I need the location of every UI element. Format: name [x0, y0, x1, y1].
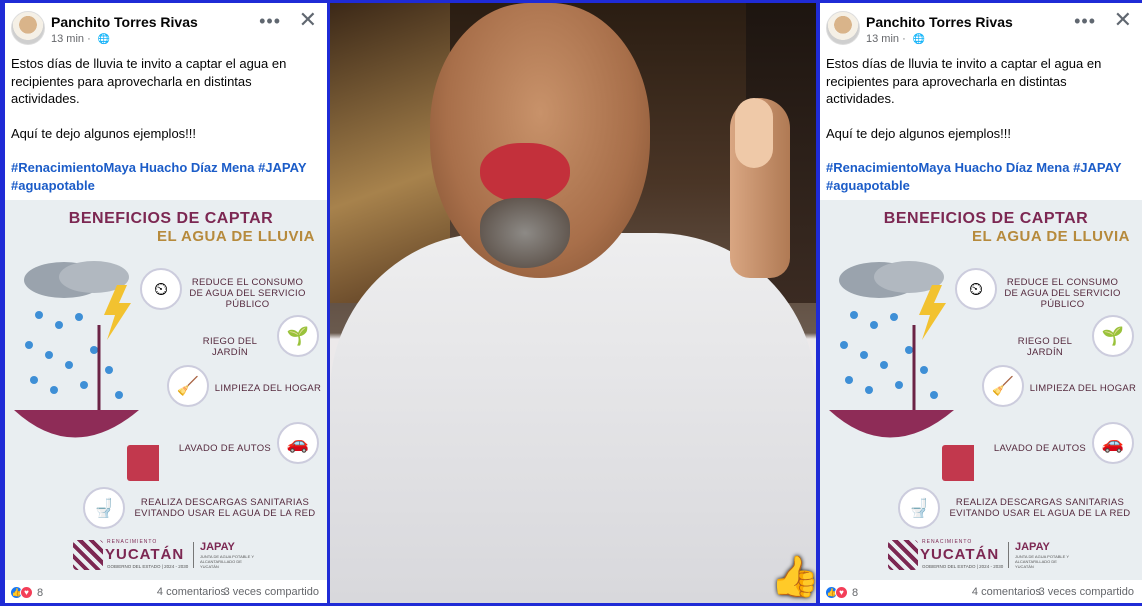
love-reaction-icon: ♥	[835, 586, 848, 599]
cleaning-icon: 🧹	[982, 365, 1024, 407]
car-icon: 🚗	[1092, 422, 1134, 464]
center-photo: 👍	[330, 3, 816, 603]
post-card-right: Panchito Torres Rivas 13 min · 🌐 ••• ✕ E…	[820, 3, 1142, 603]
close-icon[interactable]: ✕	[299, 7, 317, 33]
yucatan-logo-icon	[73, 540, 103, 570]
shares-count[interactable]: 3 veces compartido	[1039, 586, 1134, 598]
benefit-2: RIEGO DEL JARDÍN	[1017, 336, 1073, 358]
logo-japay-subtitle: JUNTA DE AGUA POTABLE Y ALCANTARILLADO D…	[1015, 554, 1069, 569]
reaction-count: 8	[37, 586, 44, 599]
infographic-subtitle: EL AGUA DE LLUVIA	[157, 228, 315, 245]
shares-count[interactable]: 3 veces compartido	[224, 586, 319, 598]
reaction-count: 8	[852, 586, 859, 599]
plant-icon: 🌱	[1092, 315, 1134, 357]
infographic-logos: RENACIMIENTO YUCATÁN GOBIERNO DEL ESTADO…	[820, 536, 1142, 574]
white-shirt	[330, 233, 816, 603]
post-meta: 13 min · 🌐	[51, 33, 111, 45]
author-name[interactable]: Panchito Torres Rivas	[51, 14, 198, 30]
comments-count[interactable]: 4 comentarios	[972, 586, 1041, 598]
post-meta: 13 min · 🌐	[866, 33, 926, 45]
post-footer: 👍 ♥ 8 4 comentarios 3 veces compartido	[820, 581, 1142, 603]
reactions[interactable]: 👍 ♥ 8	[10, 586, 43, 599]
post-text-line2: Aquí te dejo algunos ejemplos!!!	[826, 125, 1012, 141]
beard	[480, 198, 570, 268]
logo-divider	[1008, 542, 1009, 568]
infographic-logos: RENACIMIENTO YUCATÁN GOBIERNO DEL ESTADO…	[5, 536, 327, 574]
infographic-image[interactable]: BENEFICIOS DE CAPTAR EL AGUA DE LLUVIA ⏲…	[820, 200, 1142, 580]
post-text: Estos días de lluvia te invito a captar …	[11, 55, 316, 194]
benefit-3: LIMPIEZA DEL HOGAR	[1029, 383, 1137, 394]
benefit-5: REALIZA DESCARGAS SANITARIAS EVITANDO US…	[949, 497, 1131, 519]
logo-yucatan: YUCATÁN	[920, 546, 1000, 563]
comments-count[interactable]: 4 comentarios	[157, 586, 226, 598]
logo-renacimiento: RENACIMIENTO	[107, 539, 158, 545]
avatar[interactable]	[11, 11, 45, 45]
infographic-image[interactable]: BENEFICIOS DE CAPTAR EL AGUA DE LLUVIA ⏲…	[5, 200, 327, 580]
thumbs-up-icon: 👍	[770, 555, 816, 599]
post-time[interactable]: 13 min	[866, 33, 899, 45]
rain-umbrella-illustration	[14, 261, 159, 481]
rain-umbrella-illustration	[829, 261, 974, 481]
hashtags[interactable]: #RenacimientoMaya Huacho Díaz Mena #JAPA…	[826, 159, 1131, 194]
toilet-icon: 🚽	[83, 487, 125, 529]
benefit-1: REDUCE EL CONSUMO DE AGUA DEL SERVICIO P…	[189, 277, 306, 310]
car-icon: 🚗	[277, 422, 319, 464]
benefit-4: LAVADO DE AUTOS	[993, 443, 1087, 454]
logo-yucatan: YUCATÁN	[105, 546, 185, 563]
post-text: Estos días de lluvia te invito a captar …	[826, 55, 1131, 194]
post-footer: 👍 ♥ 8 4 comentarios 3 veces compartido	[5, 581, 327, 603]
thumb	[735, 98, 773, 168]
post-text-line2: Aquí te dejo algunos ejemplos!!!	[11, 125, 197, 141]
post-text-line1: Estos días de lluvia te invito a captar …	[11, 56, 287, 106]
infographic-title: BENEFICIOS DE CAPTAR	[68, 210, 274, 227]
logo-japay-subtitle: JUNTA DE AGUA POTABLE Y ALCANTARILLADO D…	[200, 554, 254, 569]
yucatan-logo-icon	[888, 540, 918, 570]
logo-divider	[193, 542, 194, 568]
hashtags[interactable]: #RenacimientoMaya Huacho Díaz Mena #JAPA…	[11, 159, 316, 194]
infographic-subtitle: EL AGUA DE LLUVIA	[972, 228, 1130, 245]
water-meter-icon: ⏲	[140, 268, 182, 310]
author-name[interactable]: Panchito Torres Rivas	[866, 14, 1013, 30]
benefit-1: REDUCE EL CONSUMO DE AGUA DEL SERVICIO P…	[1004, 277, 1121, 310]
benefit-5: REALIZA DESCARGAS SANITARIAS EVITANDO US…	[134, 497, 316, 519]
post-card-left: Panchito Torres Rivas 13 min · 🌐 ••• ✕ E…	[5, 3, 327, 603]
close-icon[interactable]: ✕	[1114, 7, 1132, 33]
water-meter-icon: ⏲	[955, 268, 997, 310]
benefit-4: LAVADO DE AUTOS	[178, 443, 272, 454]
post-time[interactable]: 13 min	[51, 33, 84, 45]
logo-gobierno: GOBIERNO DEL ESTADO | 2024 - 2030	[107, 564, 189, 569]
infographic-title: BENEFICIOS DE CAPTAR	[883, 210, 1089, 227]
more-options-icon[interactable]: •••	[259, 11, 281, 32]
globe-icon: 🌐	[912, 34, 926, 45]
logo-gobierno: GOBIERNO DEL ESTADO | 2024 - 2030	[922, 564, 1004, 569]
post-header: Panchito Torres Rivas 13 min · 🌐 ••• ✕	[5, 3, 327, 51]
post-header: Panchito Torres Rivas 13 min · 🌐 ••• ✕	[820, 3, 1142, 51]
globe-icon: 🌐	[97, 34, 111, 45]
reactions[interactable]: 👍 ♥ 8	[825, 586, 858, 599]
logo-renacimiento: RENACIMIENTO	[922, 539, 973, 545]
benefit-3: LIMPIEZA DEL HOGAR	[214, 383, 322, 394]
logo-japay: JAPAY	[1015, 541, 1050, 553]
love-reaction-icon: ♥	[20, 586, 33, 599]
benefit-2: RIEGO DEL JARDÍN	[202, 336, 258, 358]
plant-icon: 🌱	[277, 315, 319, 357]
open-mouth	[480, 143, 570, 203]
post-text-line1: Estos días de lluvia te invito a captar …	[826, 56, 1102, 106]
logo-japay: JAPAY	[200, 541, 235, 553]
more-options-icon[interactable]: •••	[1074, 11, 1096, 32]
avatar[interactable]	[826, 11, 860, 45]
cleaning-icon: 🧹	[167, 365, 209, 407]
toilet-icon: 🚽	[898, 487, 940, 529]
